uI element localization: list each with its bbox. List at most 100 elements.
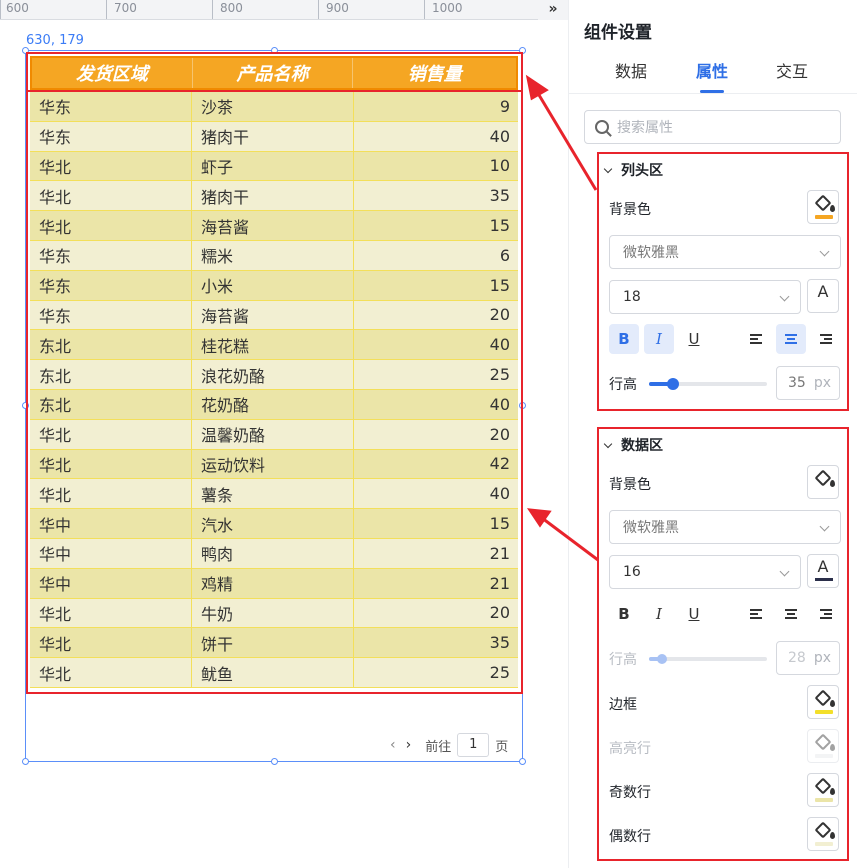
data-section: 数据区 背景色 微软雅黑 16 A B I U 行高 28 px 边框 高亮行 … <box>597 427 849 861</box>
component-settings-panel: 组件设置 数据 属性 交互 搜索属性 列头区 背景色 微软雅黑 18 A B I… <box>568 0 857 868</box>
header-font-color-button[interactable]: A <box>807 279 839 313</box>
bg-color-label: 背景色 <box>609 202 651 218</box>
paint-bucket-icon <box>814 821 832 839</box>
input-value: 28 <box>788 650 806 666</box>
chevron-down-icon <box>603 164 613 173</box>
font-color-icon: A <box>817 282 829 301</box>
resize-handle[interactable] <box>22 758 29 765</box>
color-swatch <box>815 710 833 714</box>
paint-drop <box>830 788 835 795</box>
data-bg-color-button[interactable] <box>807 465 839 499</box>
resize-handle[interactable] <box>519 758 526 765</box>
chevron-down-icon <box>819 246 830 257</box>
page-suffix-label: 页 <box>495 739 509 755</box>
header-highlight-box <box>26 52 523 92</box>
section-title: 列头区 <box>621 163 663 179</box>
paint-drop <box>830 480 835 487</box>
paint-bucket-icon <box>814 469 832 487</box>
data-section-toggle[interactable]: 数据区 <box>603 435 663 455</box>
position-readout: 630, 179 <box>26 33 84 48</box>
highlight-color-button[interactable] <box>807 729 839 763</box>
data-highlight-box <box>26 90 523 694</box>
align-left-button[interactable] <box>741 324 771 354</box>
search-placeholder: 搜索属性 <box>617 120 673 136</box>
select-value: 16 <box>623 564 641 580</box>
align-center-button[interactable] <box>776 324 806 354</box>
bg-color-label: 背景色 <box>609 477 651 493</box>
prev-page-icon[interactable]: ‹ <box>390 737 396 753</box>
line-height-slider[interactable] <box>649 378 767 390</box>
color-swatch <box>815 842 833 846</box>
double-chevron-right-icon[interactable]: » <box>538 0 568 20</box>
paint-drop <box>830 700 835 707</box>
ruler-label: 600 <box>6 1 29 15</box>
top-ruler: 600 700 800 900 1000 » <box>0 0 568 20</box>
slider-thumb[interactable] <box>657 654 667 664</box>
design-canvas: 630, 179 发货区域 产品名称 销售量 华东 沙茶 9 华东 猪肉干 40 华北 虾子 1… <box>0 21 568 868</box>
ruler-label: 700 <box>114 1 137 15</box>
ruler-tick <box>212 0 213 19</box>
color-swatch <box>815 303 833 306</box>
slider-thumb[interactable] <box>667 378 679 390</box>
italic-button[interactable]: I <box>644 599 674 629</box>
ruler-tick <box>106 0 107 19</box>
ruler-label: 1000 <box>432 1 463 15</box>
border-label: 边框 <box>609 697 637 713</box>
paint-drop <box>830 205 835 212</box>
color-swatch <box>815 215 833 219</box>
paint-bucket-icon <box>814 194 832 212</box>
data-font-family-select[interactable]: 微软雅黑 <box>609 510 841 544</box>
color-swatch <box>815 798 833 802</box>
header-section-toggle[interactable]: 列头区 <box>603 160 663 180</box>
tab-data[interactable]: 数据 <box>615 58 647 82</box>
tab-properties[interactable]: 属性 <box>696 58 728 82</box>
header-font-size-select[interactable]: 18 <box>609 280 801 314</box>
even-row-color-button[interactable] <box>807 817 839 851</box>
ruler-tick <box>424 0 425 19</box>
line-height-label: 行高 <box>609 377 637 393</box>
select-value: 18 <box>623 289 641 305</box>
paint-bucket-icon <box>814 689 832 707</box>
search-input[interactable]: 搜索属性 <box>584 110 841 144</box>
panel-title: 组件设置 <box>584 23 652 43</box>
bold-button[interactable]: B <box>609 324 639 354</box>
color-swatch <box>815 754 833 758</box>
align-right-button[interactable] <box>811 324 841 354</box>
header-section: 列头区 背景色 微软雅黑 18 A B I U 行高 35 px <box>597 152 849 411</box>
border-color-button[interactable] <box>807 685 839 719</box>
align-left-button[interactable] <box>741 599 771 629</box>
odd-row-color-button[interactable] <box>807 773 839 807</box>
even-row-label: 偶数行 <box>609 829 651 845</box>
active-tab-indicator <box>700 90 724 93</box>
header-font-family-select[interactable]: 微软雅黑 <box>609 235 841 269</box>
select-value: 微软雅黑 <box>623 245 679 261</box>
header-bg-color-button[interactable] <box>807 190 839 224</box>
line-height-input[interactable]: 28 px <box>776 641 840 675</box>
tab-interaction[interactable]: 交互 <box>776 58 808 82</box>
color-swatch <box>815 578 833 581</box>
data-font-color-button[interactable]: A <box>807 554 839 588</box>
bold-button[interactable]: B <box>609 599 639 629</box>
line-height-input[interactable]: 35 px <box>776 366 840 400</box>
line-height-slider[interactable] <box>649 654 767 664</box>
data-font-size-select[interactable]: 16 <box>609 555 801 589</box>
align-right-button[interactable] <box>811 599 841 629</box>
page-number-input[interactable]: 1 <box>457 733 490 757</box>
chevron-down-icon <box>819 521 830 532</box>
pagination: ‹ › 前往 1 页 <box>390 733 508 757</box>
select-value: 微软雅黑 <box>623 520 679 536</box>
input-value: 35 <box>788 375 806 391</box>
next-page-icon[interactable]: › <box>406 737 412 753</box>
align-right-icon <box>820 609 832 619</box>
panel-tabs: 数据 属性 交互 <box>569 58 857 94</box>
ruler-tick <box>318 0 319 19</box>
align-center-button[interactable] <box>776 599 806 629</box>
section-title: 数据区 <box>621 438 663 454</box>
underline-button[interactable]: U <box>679 324 709 354</box>
underline-button[interactable]: U <box>679 599 709 629</box>
resize-handle[interactable] <box>271 758 278 765</box>
italic-button[interactable]: I <box>644 324 674 354</box>
search-icon <box>595 120 609 134</box>
highlight-row-label: 高亮行 <box>609 741 651 757</box>
line-height-label: 行高 <box>609 652 637 668</box>
